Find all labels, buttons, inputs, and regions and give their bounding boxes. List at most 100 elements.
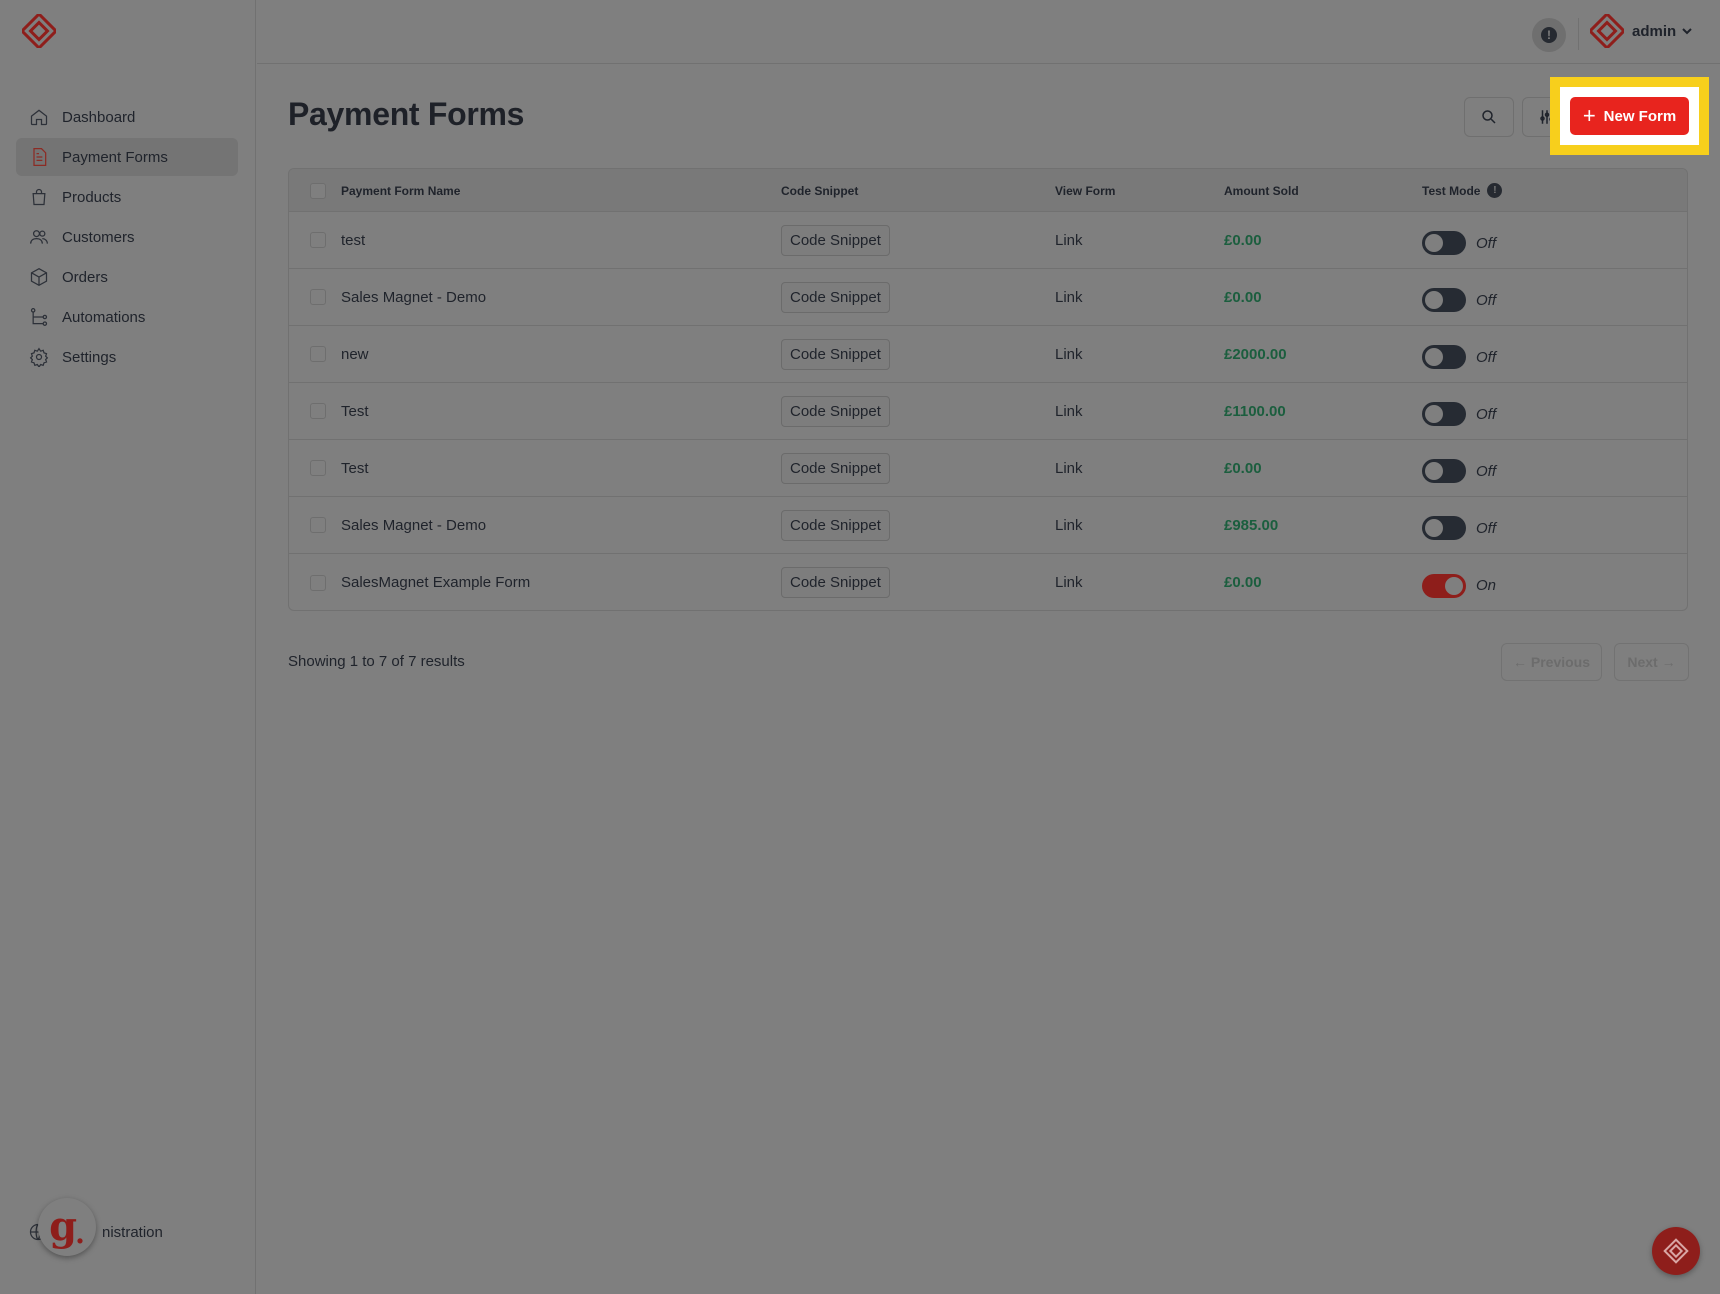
form-name[interactable]: test — [341, 212, 365, 268]
col-header-test-mode[interactable]: Test Mode! — [1422, 169, 1503, 212]
code-snippet-button[interactable]: Code Snippet — [781, 224, 890, 256]
plus-icon: + — [1582, 103, 1596, 128]
test-mode-toggle[interactable] — [1422, 573, 1466, 598]
user-menu[interactable]: admin — [1590, 14, 1694, 48]
row-select-cell — [310, 383, 326, 439]
code-snippet-button[interactable]: Code Snippet — [781, 395, 890, 427]
users-icon — [28, 226, 50, 248]
notification-button[interactable]: ! — [1532, 18, 1566, 52]
snippet-cell: Code Snippet — [781, 326, 890, 382]
sidebar-item-label: Dashboard — [62, 108, 136, 126]
row-checkbox[interactable] — [310, 574, 326, 591]
test-mode-toggle[interactable] — [1422, 288, 1466, 312]
col-header-snippet[interactable]: Code Snippet — [781, 169, 858, 212]
amount-sold: £0.00 — [1224, 574, 1262, 591]
snippet-cell: Code Snippet — [781, 440, 890, 496]
form-name[interactable]: Test — [341, 440, 369, 496]
row-checkbox[interactable] — [310, 517, 326, 533]
test-mode-label: Off — [1476, 405, 1497, 423]
row-checkbox[interactable] — [310, 289, 326, 305]
next-button[interactable]: Next → — [1614, 643, 1689, 681]
brand-diamond-icon — [1663, 1238, 1689, 1264]
search-button[interactable] — [1464, 97, 1514, 137]
form-name[interactable]: Sales Magnet - Demo — [341, 497, 486, 553]
view-form-link[interactable]: Link — [1055, 326, 1083, 382]
flow-icon — [28, 306, 50, 328]
test-mode-toggle[interactable] — [1422, 345, 1466, 369]
test-mode-cell: Off — [1422, 383, 1496, 439]
view-form-link[interactable]: Link — [1055, 554, 1083, 610]
sidebar-item-dashboard[interactable]: Dashboard — [16, 98, 238, 136]
form-name[interactable]: Sales Magnet - Demo — [341, 269, 486, 325]
view-form-link[interactable]: Link — [1055, 212, 1083, 268]
brand-logo-icon[interactable] — [19, 11, 59, 51]
select-all-checkbox[interactable] — [310, 182, 326, 199]
sidebar-item-orders[interactable]: Orders — [16, 258, 238, 296]
gear-icon — [28, 346, 50, 368]
sidebar-item-automations[interactable]: Automations — [16, 298, 238, 336]
test-mode-cell: Off — [1422, 326, 1496, 382]
sidebar-item-label: Products — [62, 188, 122, 206]
view-form-link[interactable]: Link — [1055, 269, 1083, 325]
info-icon[interactable]: ! — [1487, 183, 1503, 198]
form-name[interactable]: new — [341, 326, 369, 382]
chevron-down-icon — [1682, 28, 1692, 35]
table-row: new Code Snippet Link £2000.00 Off — [289, 326, 1687, 383]
snippet-cell: Code Snippet — [781, 212, 890, 268]
view-form-link[interactable]: Link — [1055, 383, 1083, 439]
code-snippet-button[interactable]: Code Snippet — [781, 509, 890, 541]
row-checkbox[interactable] — [310, 460, 326, 476]
table-row: Test Code Snippet Link £0.00 Off — [289, 440, 1687, 497]
snippet-cell: Code Snippet — [781, 497, 890, 553]
sidebar-item-label: Automations — [62, 308, 146, 326]
row-checkbox[interactable] — [310, 403, 326, 419]
table-body: test Code Snippet Link £0.00 Off Sales Magnet… — [289, 212, 1687, 610]
test-mode-toggle[interactable] — [1422, 459, 1466, 483]
sidebar-item-settings[interactable]: Settings — [16, 338, 238, 376]
test-mode-toggle[interactable] — [1422, 231, 1466, 255]
table-row: test Code Snippet Link £0.00 Off — [289, 212, 1687, 269]
test-mode-label: Off — [1476, 519, 1497, 537]
code-snippet-button[interactable]: Code Snippet — [781, 281, 890, 313]
col-header-amount[interactable]: Amount Sold — [1224, 169, 1299, 212]
code-snippet-button[interactable]: Code Snippet — [781, 338, 890, 370]
col-header-test-mode-label: Test Mode — [1422, 183, 1481, 198]
row-checkbox[interactable] — [310, 346, 326, 362]
previous-button[interactable]: ← Previous — [1501, 643, 1602, 681]
g-logo-badge[interactable]: g. — [38, 1198, 96, 1256]
payment-forms-table: Payment Form Name Code Snippet View Form… — [288, 168, 1688, 611]
table-row: Sales Magnet - Demo Code Snippet Link £985.… — [289, 497, 1687, 554]
row-select-cell — [310, 440, 326, 496]
topbar-divider — [1578, 18, 1579, 50]
sidebar-item-customers[interactable]: Customers — [16, 218, 238, 256]
col-header-name[interactable]: Payment Form Name — [341, 169, 460, 212]
view-form-link[interactable]: Link — [1055, 497, 1083, 553]
test-mode-cell: Off — [1422, 497, 1496, 553]
test-mode-cell: Off — [1422, 269, 1496, 325]
test-mode-toggle[interactable] — [1422, 516, 1466, 540]
results-summary: Showing 1 to 7 of 7 results — [288, 653, 465, 670]
code-snippet-button[interactable]: Code Snippet — [781, 452, 890, 484]
sidebar-item-products[interactable]: Products — [16, 178, 238, 216]
col-header-view[interactable]: View Form — [1055, 169, 1115, 212]
row-select-cell — [310, 269, 326, 325]
view-form-link[interactable]: Link — [1055, 440, 1083, 496]
test-mode-label: On — [1476, 577, 1497, 594]
sidebar-item-payment-forms[interactable]: Payment Forms — [16, 138, 238, 176]
sidebar: Dashboard Payment Forms Products Custome… — [0, 0, 256, 1294]
new-form-button[interactable]: + New Form — [1570, 97, 1689, 135]
help-launcher-button[interactable] — [1652, 1227, 1700, 1275]
page-title: Payment Forms — [288, 96, 525, 132]
row-checkbox[interactable] — [310, 232, 326, 248]
test-mode-toggle[interactable] — [1422, 402, 1466, 426]
test-mode-label: Off — [1476, 462, 1497, 480]
sidebar-item-label: nistration — [102, 1223, 163, 1241]
table-row: SalesMagnet Example Form Code Snippet Link… — [289, 554, 1687, 610]
username: admin — [1632, 22, 1677, 40]
sidebar-item-label: Settings — [62, 348, 117, 366]
code-snippet-button[interactable]: Code Snippet — [781, 567, 890, 598]
form-name[interactable]: Test — [341, 383, 369, 439]
sidebar-item-label: Orders — [62, 268, 108, 286]
snippet-cell: Code Snippet — [781, 554, 890, 610]
form-name[interactable]: SalesMagnet Example Form — [341, 554, 530, 610]
